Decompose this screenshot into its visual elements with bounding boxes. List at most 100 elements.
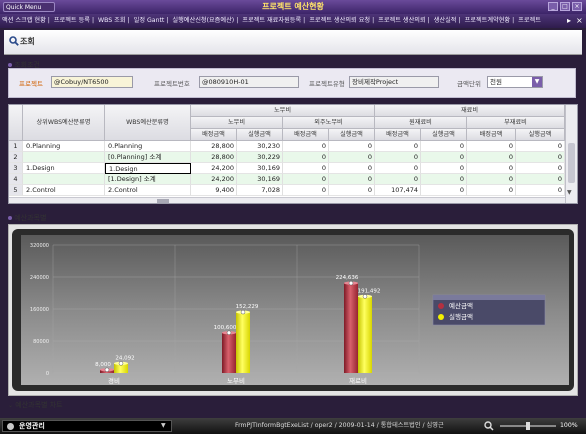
row-number[interactable]: 1 — [9, 141, 23, 152]
col-wbs[interactable]: WBS예산분류명 — [105, 105, 191, 141]
cell-amount[interactable]: 24,200 — [191, 174, 237, 185]
menu-item[interactable]: 생산실적 — [432, 17, 459, 24]
cell-amount[interactable]: 0 — [421, 174, 467, 185]
search-button[interactable]: 조회 — [20, 36, 35, 47]
cell-amount[interactable]: 0 — [329, 163, 375, 174]
row-number[interactable]: 5 — [9, 185, 23, 196]
cell-upper-wbs[interactable] — [23, 152, 105, 163]
cell-amount[interactable]: 0 — [283, 141, 329, 152]
table-row[interactable]: 5 2.Control 2.Control 9,400 7,028 0 0 107,474 0 0… — [9, 185, 565, 196]
col-exec[interactable]: 실행금액 — [421, 129, 467, 141]
cell-amount[interactable]: 0 — [516, 174, 565, 185]
scroll-down-icon[interactable]: ▼ — [567, 189, 572, 196]
cell-amount[interactable]: 0 — [283, 152, 329, 163]
grid-vertical-scrollbar[interactable]: ▼ — [565, 105, 577, 203]
cell-amount[interactable]: 0 — [516, 141, 565, 152]
cell-wbs[interactable]: 0.Planning — [105, 141, 191, 152]
cell-wbs[interactable]: 1.Design — [105, 163, 191, 174]
cell-amount[interactable]: 7,028 — [237, 185, 283, 196]
menu-item[interactable]: 프로젝트 재료자원등록 — [240, 17, 303, 24]
cell-amount[interactable]: 0 — [375, 174, 421, 185]
menu-item[interactable]: 프로젝트계약현황 — [463, 17, 513, 24]
cell-amount[interactable]: 30,169 — [237, 163, 283, 174]
cell-amount[interactable]: 0 — [421, 152, 467, 163]
cell-amount[interactable]: 0 — [467, 174, 516, 185]
cell-amount[interactable]: 24,200 — [191, 163, 237, 174]
module-selector[interactable]: 운영관리 ▼ — [2, 420, 172, 432]
cell-amount[interactable]: 0 — [421, 141, 467, 152]
col-exec[interactable]: 실행금액 — [329, 129, 375, 141]
cell-amount[interactable]: 0 — [467, 152, 516, 163]
scrollbar-thumb[interactable] — [568, 143, 575, 183]
cell-amount[interactable]: 9,400 — [191, 185, 237, 196]
cell-amount[interactable]: 28,800 — [191, 141, 237, 152]
grid-horizontal-scrollbar[interactable] — [9, 197, 565, 203]
cell-amount[interactable]: 0 — [283, 174, 329, 185]
scrollbar-thumb[interactable] — [157, 199, 169, 203]
cell-wbs[interactable]: [1.Design] 소계 — [105, 174, 191, 185]
cell-amount[interactable]: 30,229 — [237, 152, 283, 163]
chart-tab[interactable]: ⌄ 예산과목별 차트 — [8, 400, 63, 410]
table-row[interactable]: 4 [1.Design] 소계 24,200 30,169 0 0 0 0 0 0 — [9, 174, 565, 185]
cell-amount[interactable]: 0 — [375, 141, 421, 152]
cell-amount[interactable]: 0 — [329, 185, 375, 196]
cell-amount[interactable]: 0 — [375, 152, 421, 163]
menu-item[interactable]: 프로젝트 생산의뢰 — [376, 17, 428, 24]
col-assign[interactable]: 배정금액 — [467, 129, 516, 141]
row-number[interactable]: 3 — [9, 163, 23, 174]
cell-upper-wbs[interactable] — [23, 174, 105, 185]
cell-amount[interactable]: 0 — [516, 163, 565, 174]
cell-upper-wbs[interactable]: 0.Planning — [23, 141, 105, 152]
cell-amount[interactable]: 0 — [421, 185, 467, 196]
menu-item[interactable]: 일정 Gantt — [132, 17, 167, 24]
col-assign[interactable]: 배정금액 — [283, 129, 329, 141]
menu-item[interactable]: 프로젝트 생산의뢰 요청 — [307, 17, 372, 24]
cell-amount[interactable]: 0 — [516, 152, 565, 163]
cell-amount[interactable]: 0 — [283, 163, 329, 174]
table-row[interactable]: 3 1.Design 1.Design 24,200 30,169 0 0 0 0 0 0 — [9, 163, 565, 174]
cell-amount[interactable]: 0 — [467, 141, 516, 152]
cell-amount[interactable]: 0 — [329, 141, 375, 152]
project-type-field[interactable]: 장비제작Project — [349, 76, 439, 88]
menu-item[interactable]: 프로젝트 — [516, 17, 543, 24]
cell-upper-wbs[interactable]: 2.Control — [23, 185, 105, 196]
menu-item[interactable]: 실행예산신청(요즘예산) — [170, 17, 236, 24]
row-number[interactable]: 4 — [9, 174, 23, 185]
menu-item[interactable]: 액션 스크랩 현황 — [0, 17, 48, 24]
table-row[interactable]: 1 0.Planning 0.Planning 28,800 30,230 0 0 0 0 0 0 — [9, 141, 565, 152]
col-assign[interactable]: 배정금액 — [375, 129, 421, 141]
cell-amount[interactable]: 0 — [329, 152, 375, 163]
menu-scroll-right-icon[interactable]: ▸ — [567, 16, 571, 25]
col-assign[interactable]: 배정금액 — [191, 129, 237, 141]
cell-amount[interactable]: 30,230 — [237, 141, 283, 152]
zoom-icon[interactable] — [484, 421, 494, 431]
project-no-field[interactable]: @080910H-01 — [199, 76, 299, 88]
cell-amount[interactable]: 0 — [467, 163, 516, 174]
close-button[interactable]: × — [572, 2, 582, 11]
menu-close-icon[interactable]: × — [576, 16, 583, 25]
cell-upper-wbs[interactable]: 1.Design — [23, 163, 105, 174]
quick-menu-button[interactable]: Quick Menu — [3, 2, 55, 12]
cell-amount[interactable]: 0 — [329, 174, 375, 185]
zoom-slider-handle[interactable] — [526, 422, 530, 430]
cell-amount[interactable]: 0 — [467, 185, 516, 196]
cell-amount[interactable]: 0 — [283, 185, 329, 196]
search-icon[interactable] — [9, 36, 19, 46]
col-exec[interactable]: 실행금액 — [237, 129, 283, 141]
project-field[interactable]: @Cobuy/NT6500 — [51, 76, 133, 88]
chevron-down-icon[interactable]: ▼ — [532, 77, 542, 87]
zoom-slider[interactable] — [500, 422, 556, 430]
col-upper-wbs[interactable]: 상위WBS예산분류명 — [23, 105, 105, 141]
cell-wbs[interactable]: [0.Planning] 소계 — [105, 152, 191, 163]
maximize-button[interactable]: □ — [560, 2, 570, 11]
table-row[interactable]: 2 [0.Planning] 소계 28,800 30,229 0 0 0 0 0 0 — [9, 152, 565, 163]
cell-amount[interactable]: 28,800 — [191, 152, 237, 163]
cell-amount[interactable]: 0 — [516, 185, 565, 196]
cell-wbs[interactable]: 2.Control — [105, 185, 191, 196]
cell-amount[interactable]: 0 — [375, 163, 421, 174]
cell-amount[interactable]: 30,169 — [237, 174, 283, 185]
row-number[interactable]: 2 — [9, 152, 23, 163]
cell-amount[interactable]: 0 — [421, 163, 467, 174]
col-exec[interactable]: 실행금액 — [516, 129, 565, 141]
cell-amount[interactable]: 107,474 — [375, 185, 421, 196]
